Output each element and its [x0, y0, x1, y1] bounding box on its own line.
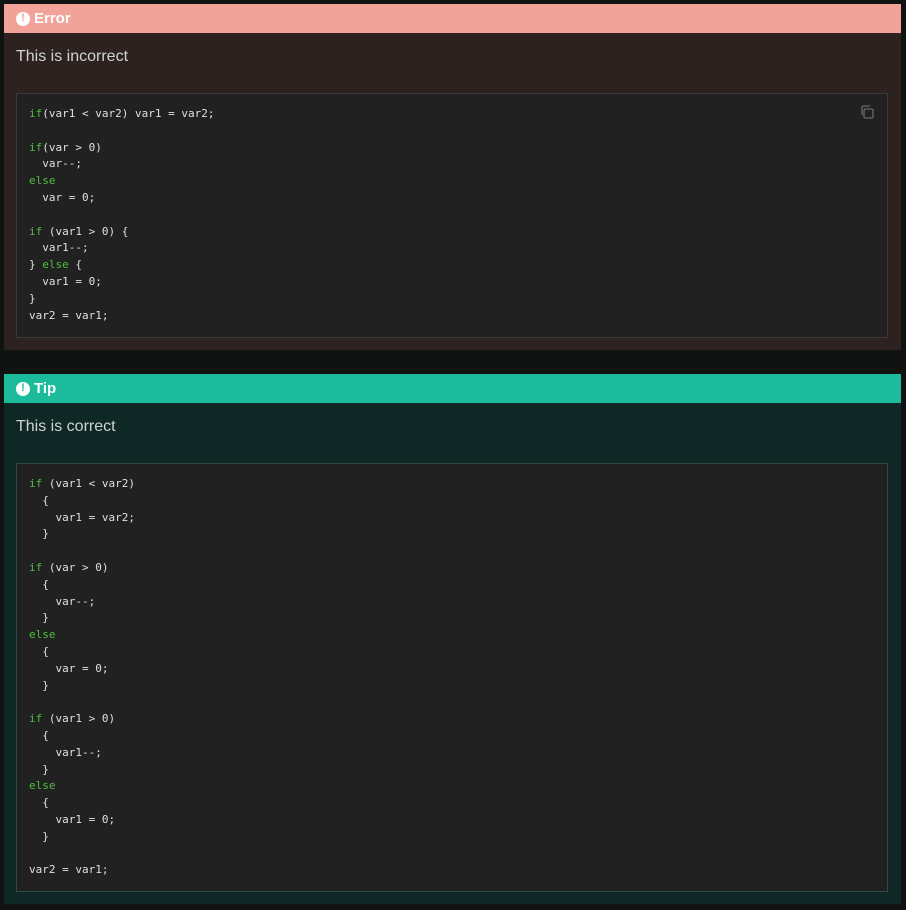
exclamation-circle-icon: ! [16, 381, 30, 396]
error-code: if(var1 < var2) var1 = var2; if(var > 0) … [29, 106, 214, 324]
code-line: if (var1 < var2) [29, 477, 135, 490]
code-line: } [29, 762, 49, 776]
code-line: if (var1 > 0) { [29, 224, 129, 238]
code-line: } [29, 829, 49, 843]
code-line: { [29, 577, 49, 591]
code-line: var--; [29, 594, 96, 608]
code-line: var1 = var2; [29, 510, 135, 524]
code-line: var1--; [29, 241, 89, 255]
tip-admonition-title: Tip [34, 380, 57, 397]
tip-admonition-header: ! Tip [4, 374, 901, 403]
error-admonition-header: ! Error [4, 4, 901, 33]
code-line: if (var1 > 0) [29, 712, 116, 726]
code-line: { [29, 728, 49, 742]
tip-admonition: ! Tip This is correct if (var1 < var2) {… [4, 374, 901, 904]
error-code-block: if(var1 < var2) var1 = var2; if(var > 0) … [16, 93, 888, 338]
error-admonition: ! Error This is incorrect if(var1 < var2… [4, 4, 901, 350]
tip-code-block: if (var1 < var2) { var1 = var2; } if (var… [16, 463, 888, 892]
code-line: else [29, 779, 56, 793]
code-line: var2 = var1; [29, 308, 109, 322]
exclamation-circle-icon: ! [16, 11, 30, 26]
code-line: { [29, 644, 49, 658]
code-line: if(var1 < var2) var1 = var2; [29, 107, 215, 120]
tip-code: if (var1 < var2) { var1 = var2; } if (var… [29, 476, 135, 879]
code-line: } else { [29, 258, 82, 272]
code-line: } [29, 611, 49, 625]
code-line: var = 0; [29, 661, 109, 675]
code-line: if(var > 0) [29, 140, 102, 154]
code-line: else [29, 628, 56, 642]
error-admonition-text: This is incorrect [16, 48, 129, 65]
code-line: } [29, 291, 36, 305]
code-line: if (var > 0) [29, 560, 109, 574]
code-line: var1 = 0; [29, 812, 116, 826]
copy-icon[interactable] [859, 104, 875, 120]
code-line: var1 = 0; [29, 274, 102, 288]
code-line: } [29, 678, 49, 692]
tip-admonition-text: This is correct [16, 418, 116, 435]
error-admonition-title: Error [34, 10, 71, 27]
code-line: var = 0; [29, 190, 96, 204]
code-line: else [29, 174, 56, 188]
code-line: { [29, 796, 49, 810]
code-line: } [29, 527, 49, 541]
code-line: { [29, 493, 49, 507]
code-line: var2 = var1; [29, 863, 109, 877]
code-line: var1--; [29, 745, 102, 759]
code-line: var--; [29, 157, 82, 171]
